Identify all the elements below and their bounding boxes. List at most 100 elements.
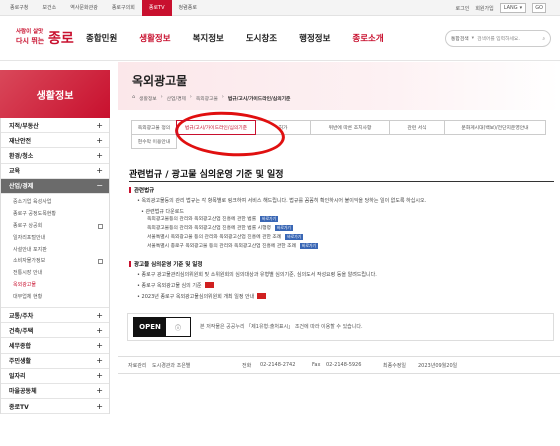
sidebar-item[interactable]: 세무종합 +: [1, 338, 109, 354]
tab[interactable]: 관련 서식: [389, 120, 445, 135]
plus-icon: +: [96, 356, 103, 366]
search-input[interactable]: 통합검색 ▾ 검색어를 입력하세요. ⌕: [445, 30, 551, 47]
sidebar-item[interactable]: 일자리 +: [1, 369, 109, 384]
sidebar-subitem[interactable]: 대부업체 현황: [1, 292, 109, 304]
gnb-item[interactable]: 종로소개: [352, 17, 383, 61]
plus-icon: +: [96, 386, 103, 396]
site-link[interactable]: 종로구청: [3, 0, 35, 16]
minus-icon: −: [96, 181, 103, 191]
sidebar-item[interactable]: 마을공동체 +: [1, 384, 109, 400]
sidebar-item[interactable]: 교육 +: [1, 164, 109, 179]
law-row: 옥외광고물등의 관리와 옥외광고산업 진흥에 관한 법률 시행령 바로가기: [147, 224, 293, 231]
law-link-button[interactable]: 바로가기: [300, 242, 318, 249]
tab[interactable]: 문화게시대(백보)/전단지운영안내: [444, 120, 546, 135]
home-icon[interactable]: ⌂: [132, 95, 135, 102]
jongno-logo[interactable]: 사람이 살맛 다시 뛰는 종로: [16, 27, 76, 51]
gnb-item[interactable]: 행정정보: [299, 17, 330, 61]
sidebar-item-label: 세무종합: [9, 342, 32, 350]
gnb-item-active[interactable]: 생활정보: [139, 17, 170, 61]
site-link-active[interactable]: 종로TV: [141, 0, 172, 16]
download-icon[interactable]: [204, 282, 214, 288]
plus-icon: +: [96, 325, 103, 335]
site-link[interactable]: 보건소: [35, 0, 63, 16]
tab-row: 옥외광고물 정의 법규/고시/가이드라인/심의기준 허가 위반에 따른 조치사항…: [131, 120, 549, 135]
sidebar-item-label: 환경/청소: [9, 152, 34, 160]
breadcrumb-item[interactable]: 산업/경제: [167, 95, 186, 102]
tab-active[interactable]: 법규/고시/가이드라인/심의기준: [176, 120, 256, 135]
tel-label: 전화: [242, 363, 252, 369]
site-link[interactable]: 청렴종로: [172, 0, 204, 16]
sidebar-subitem[interactable]: 중소기업 육성사업: [1, 197, 109, 209]
gnb-item[interactable]: 도시창조: [246, 17, 277, 61]
search-placeholder: 검색어를 입력하세요.: [477, 37, 520, 42]
search-scope-select[interactable]: 통합검색: [451, 35, 469, 42]
language-label: LANG: [503, 5, 518, 11]
sidebar: 생활정보 지적/부동산 + 재난안전 + 환경/청소 + 교육 + 산업/경제 − 중소기…: [0, 70, 110, 415]
download-icon[interactable]: [257, 293, 267, 299]
dept-label: 자료관리: [128, 363, 147, 369]
tel-value: 02-2148-2742: [260, 362, 296, 368]
sidebar-subitem[interactable]: 전통시장 안내: [1, 268, 109, 280]
plus-icon: +: [96, 371, 103, 381]
breadcrumb-item[interactable]: 생활정보: [139, 95, 157, 102]
laws-intro: • 옥외광고물등의 관리 법규는 각 항목별로 링크하여 서비스 해드립니다. …: [137, 198, 427, 204]
sidebar-item[interactable]: 종로TV +: [1, 399, 109, 415]
plus-icon: +: [96, 310, 103, 320]
site-link[interactable]: 역사문화관광: [63, 0, 105, 16]
chevron-right-icon: ›: [221, 95, 224, 100]
ogl-notice-text: 본 저작물은 공공누리 「제1유형:출처표시」 조건에 따라 이용할 수 있습니…: [200, 324, 363, 330]
review-text[interactable]: 종로구 옥외광고물 심의 기준: [142, 283, 202, 289]
laws-download-header: • 관련법규 다운로드: [141, 209, 184, 215]
dept-value: 도시경관과 조은별: [152, 363, 191, 369]
sidebar-item-label: 일자리: [9, 373, 26, 381]
chevron-right-icon: ›: [189, 95, 192, 100]
search-icon[interactable]: ⌕: [542, 36, 545, 42]
sidebar-item[interactable]: 교통/주차 +: [1, 308, 109, 324]
page-banner: 옥외광고물 ⌂ 생활정보 › 산업/경제 › 옥외광고물 › 법규/고시/가이드…: [118, 62, 560, 110]
law-row: 옥외광고물등의 관리와 옥외광고산업 진흥에 관한 법률 바로가기: [147, 215, 279, 222]
sidebar-item-label: 재난안전: [9, 137, 32, 145]
sidebar-item-label: 산업/경제: [9, 183, 34, 191]
util-links: 로그인 회원가입 LANG ▾ GO: [456, 0, 546, 16]
updated-value: 2023년09월20일: [418, 363, 458, 369]
login-link[interactable]: 로그인: [456, 5, 470, 12]
tab[interactable]: 옥외광고물 정의: [131, 120, 177, 135]
external-link-icon: [98, 259, 103, 265]
tab[interactable]: 위반에 따른 조치사항: [310, 120, 390, 135]
sidebar-item[interactable]: 주민생활 +: [1, 354, 109, 369]
plus-icon: +: [96, 135, 103, 145]
law-link-button[interactable]: 바로가기: [260, 215, 279, 222]
sidebar-subitem[interactable]: 종로구 공정도목현황: [1, 209, 109, 221]
tab[interactable]: 현수막 이용안내: [131, 134, 177, 149]
gnb-item[interactable]: 복지정보: [193, 17, 224, 61]
law-link-button[interactable]: 바로가기: [285, 233, 304, 240]
plus-icon: +: [96, 120, 103, 130]
updated-label: 최종수정일: [383, 363, 407, 369]
law-link-button[interactable]: 바로가기: [274, 224, 293, 231]
sidebar-subitem-active[interactable]: 옥외광고물: [1, 280, 109, 292]
review-text[interactable]: 2023년 종로구 옥외광고물심의위원회 개최 일정 안내: [142, 294, 255, 300]
go-button[interactable]: GO: [532, 3, 546, 13]
sidebar-item[interactable]: 건축/주택 +: [1, 323, 109, 339]
site-header: 사람이 살맛 다시 뛰는 종로 종합민원 생활정보 복지정보 도시창조 행정정보…: [0, 17, 560, 61]
review-line: • 종로구 광고물관리심의위원회 및 소위원회의 심의대상과 유형별 심의기준,…: [137, 272, 377, 278]
site-link[interactable]: 종로구의회: [105, 0, 142, 16]
signup-link[interactable]: 회원가입: [475, 5, 493, 12]
gnb-item[interactable]: 종합민원: [86, 17, 117, 61]
logo-slogan-line1: 사람이 살맛: [16, 29, 44, 35]
sidebar-subitem[interactable]: 종로구 상공회: [1, 221, 109, 233]
page-info-footer: 자료관리 도시경관과 조은별 전화 02-2148-2742 Fax 02-21…: [118, 356, 560, 374]
language-select[interactable]: LANG ▾: [499, 3, 527, 13]
sidebar-subitem[interactable]: 소비자물가정보: [1, 256, 109, 268]
breadcrumb-item[interactable]: 옥외광고물: [196, 95, 218, 102]
sidebar-item[interactable]: 환경/청소 +: [1, 148, 109, 164]
family-sites: 종로구청 보건소 역사문화관광 종로구의회 종로TV 청렴종로: [3, 0, 204, 16]
law-label: 서울특별시 종로구 옥외광고물 등의 관리와 옥외광고산업 진흥에 관한 조례: [147, 244, 297, 249]
sidebar-item-active[interactable]: 산업/경제 −: [1, 178, 109, 194]
chevron-down-icon: ▾: [471, 36, 475, 41]
sidebar-item[interactable]: 재난안전 +: [1, 133, 109, 149]
sidebar-subitem[interactable]: 일자리포털안내: [1, 233, 109, 245]
sidebar-subitem[interactable]: 사설안내 포지판: [1, 245, 109, 257]
sidebar-item-label: 교통/주차: [9, 312, 34, 320]
sidebar-item[interactable]: 지적/부동산 +: [1, 118, 109, 134]
